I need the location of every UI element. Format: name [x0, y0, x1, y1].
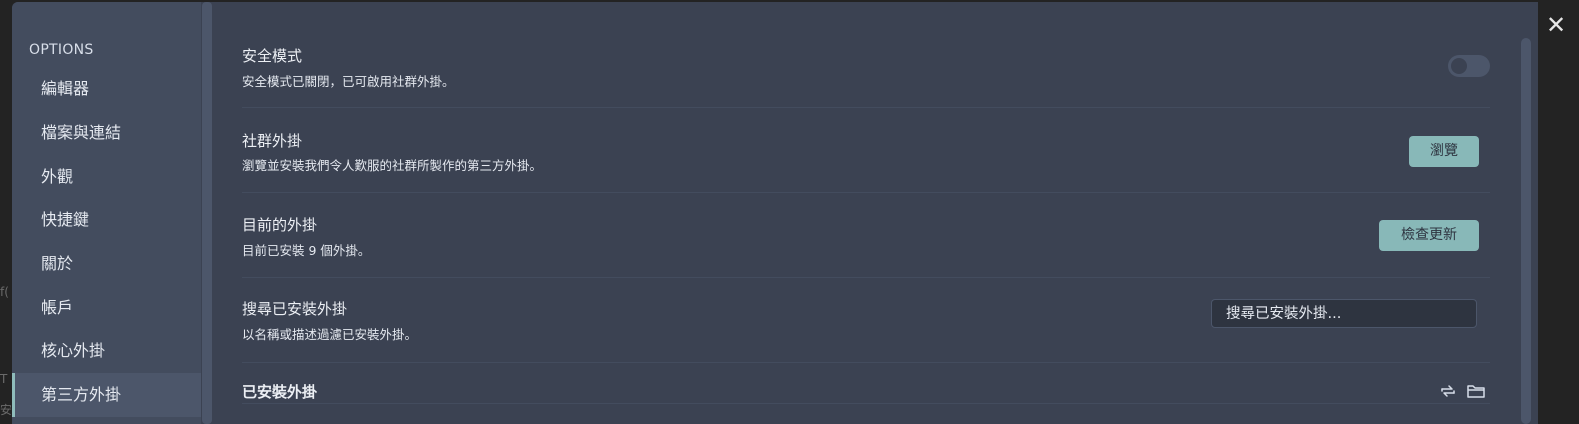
- sidebar-item-files-links[interactable]: 檔案與連結: [12, 111, 201, 155]
- sidebar-item-label: 外觀: [41, 167, 74, 186]
- sidebar-heading: OPTIONS: [29, 42, 94, 58]
- settings-content: 安全模式 安全模式已關閉，已可啟用社群外掛。 社群外掛 瀏覽並安裝我們令人歎服的…: [242, 2, 1492, 424]
- setting-current-plugins: 目前的外掛 目前已安裝 9 個外掛。 檢查更新: [242, 193, 1490, 278]
- sidebar-item-account[interactable]: 帳戶: [12, 286, 201, 330]
- folder-icon[interactable]: [1466, 381, 1486, 401]
- setting-description: 瀏覽並安裝我們令人歎服的社群所製作的第三方外掛。: [242, 158, 543, 173]
- sidebar-item-appearance[interactable]: 外觀: [12, 155, 201, 199]
- backdrop-text: 安: [0, 403, 13, 417]
- setting-description: 目前已安裝 9 個外掛。: [242, 243, 371, 258]
- sidebar-item-label: 檔案與連結: [41, 123, 122, 142]
- setting-title: 社群外掛: [242, 132, 303, 150]
- setting-title: 目前的外掛: [242, 216, 318, 234]
- sidebar-scrollbar[interactable]: [202, 2, 212, 424]
- setting-description: 以名稱或描述過濾已安裝外掛。: [242, 327, 418, 342]
- setting-search-plugins: 搜尋已安裝外掛 以名稱或描述過濾已安裝外掛。: [242, 278, 1490, 363]
- search-installed-plugins-input[interactable]: [1211, 299, 1477, 328]
- sidebar-item-hotkeys[interactable]: 快捷鍵: [12, 198, 201, 242]
- sidebar-item-label: 關於: [41, 254, 74, 273]
- installed-plugins-header: 已安裝外掛: [242, 363, 1490, 404]
- sidebar-item-label: 編輯器: [41, 79, 90, 98]
- setting-safe-mode: 安全模式 安全模式已關閉，已可啟用社群外掛。: [242, 26, 1490, 108]
- sidebar-item-label: 第三方外掛: [41, 385, 122, 404]
- check-updates-button[interactable]: 檢查更新: [1379, 220, 1479, 251]
- close-icon: ✕: [1545, 11, 1567, 39]
- browse-button[interactable]: 瀏覽: [1409, 136, 1479, 167]
- close-button[interactable]: ✕: [1543, 12, 1569, 38]
- backdrop-text: T: [0, 372, 8, 386]
- setting-community-plugins: 社群外掛 瀏覽並安裝我們令人歎服的社群所製作的第三方外掛。 瀏覽: [242, 108, 1490, 193]
- reload-icon[interactable]: [1438, 381, 1458, 401]
- section-title: 已安裝外掛: [242, 383, 318, 401]
- sidebar-item-label: 核心外掛: [41, 341, 106, 360]
- setting-title: 安全模式: [242, 47, 303, 65]
- content-scrollbar[interactable]: [1521, 38, 1531, 424]
- settings-modal: OPTIONS 編輯器 檔案與連結 外觀 快捷鍵 關於 帳戶 核心外掛 第三方外…: [12, 2, 1538, 424]
- setting-description: 安全模式已關閉，已可啟用社群外掛。: [242, 74, 455, 89]
- setting-title: 搜尋已安裝外掛: [242, 300, 348, 318]
- toggle-knob: [1451, 58, 1467, 74]
- sidebar-item-label: 快捷鍵: [41, 210, 90, 229]
- sidebar-item-label: 帳戶: [41, 298, 74, 317]
- sidebar-item-about[interactable]: 關於: [12, 242, 201, 286]
- backdrop-text: f(: [0, 285, 9, 299]
- sidebar-item-core-plugins[interactable]: 核心外掛: [12, 329, 201, 373]
- sidebar-item-community-plugins[interactable]: 第三方外掛: [12, 373, 201, 417]
- settings-sidebar: OPTIONS 編輯器 檔案與連結 外觀 快捷鍵 關於 帳戶 核心外掛 第三方外…: [12, 2, 201, 424]
- safe-mode-toggle[interactable]: [1448, 55, 1490, 77]
- sidebar-item-editor[interactable]: 編輯器: [12, 67, 201, 111]
